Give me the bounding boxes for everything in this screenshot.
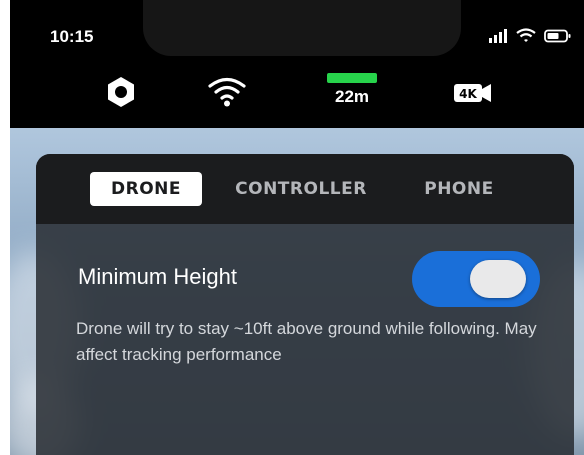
settings-tabs: DRONE CONTROLLER PHONE (36, 154, 574, 224)
tab-drone[interactable]: DRONE (90, 172, 202, 206)
altitude-bar (327, 73, 377, 83)
status-time: 10:15 (50, 27, 94, 46)
app-screen: 10:15 22m 4K DRONE CONTROLLER PHONE Mini… (10, 0, 584, 455)
wifi-icon (207, 75, 247, 112)
settings-panel: DRONE CONTROLLER PHONE Minimum Height Dr… (36, 154, 574, 455)
wifi-icon (516, 28, 536, 48)
status-icons (488, 28, 572, 48)
minimum-height-label: Minimum Height (78, 264, 237, 289)
cellular-signal-icon (488, 28, 508, 48)
minimum-height-description: Drone will try to stay ~10ft above groun… (76, 319, 537, 364)
connection-button[interactable] (207, 75, 247, 112)
top-bar: 10:15 22m 4K (10, 0, 584, 128)
video-resolution-label: 4K (459, 87, 477, 101)
toggle-knob (470, 260, 526, 298)
tab-controller[interactable]: CONTROLLER (226, 172, 376, 206)
minimum-height-toggle[interactable] (412, 251, 540, 307)
device-notch (143, 0, 461, 56)
altitude-value: 22m (334, 87, 370, 106)
settings-button[interactable] (104, 75, 138, 114)
video-resolution-button[interactable]: 4K (454, 82, 492, 109)
altitude-indicator: 22m (320, 73, 384, 107)
gear-icon (104, 75, 138, 114)
4k-camera-icon: 4K (454, 82, 492, 109)
battery-icon (544, 29, 572, 48)
tab-phone[interactable]: PHONE (414, 172, 504, 206)
